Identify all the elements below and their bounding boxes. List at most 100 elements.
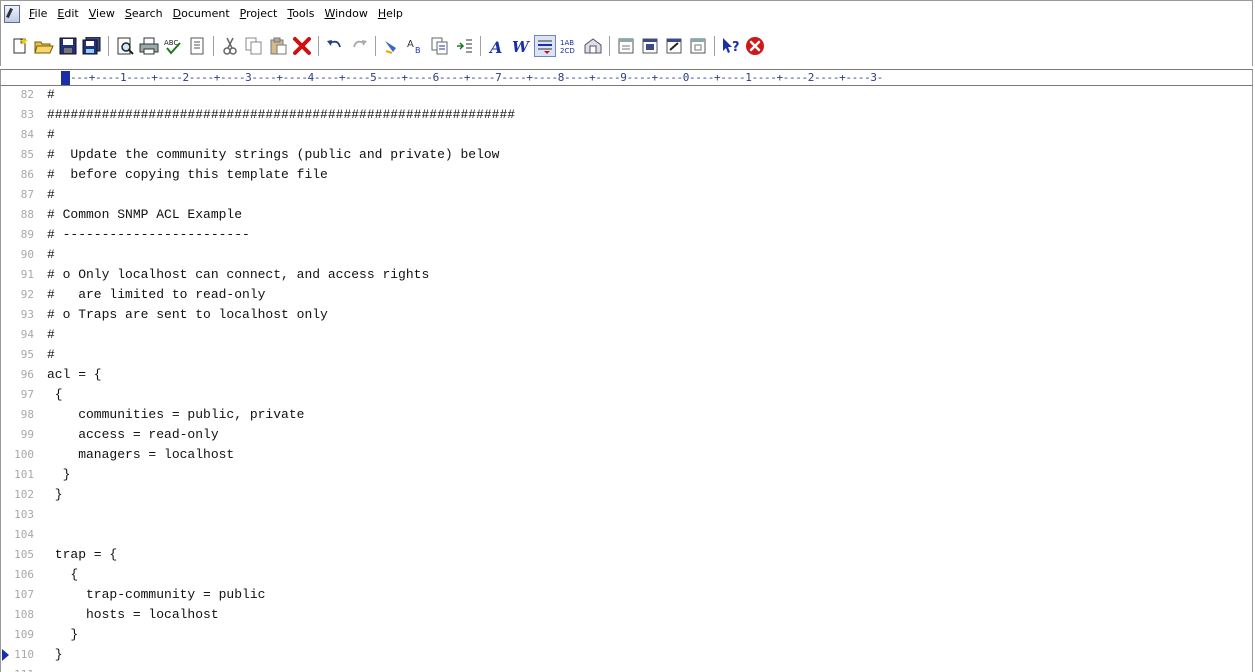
code-line[interactable]: 103 — [1, 505, 1251, 525]
redo-icon[interactable] — [349, 36, 369, 56]
code-line[interactable]: 96 acl = { — [1, 365, 1251, 385]
menu-label-rest: earch — [131, 6, 163, 20]
menu-view[interactable]: View — [84, 4, 120, 24]
menu-tools[interactable]: Tools — [282, 4, 319, 24]
print-icon[interactable] — [139, 36, 159, 56]
menu-mnemonic: H — [377, 6, 387, 20]
code-line[interactable]: 107 trap-community = public — [1, 585, 1251, 605]
file-compare-icon[interactable] — [430, 36, 450, 56]
code-text: trap-community = public — [47, 587, 266, 602]
line-number: 95 — [20, 348, 34, 361]
code-text: trap = { — [47, 547, 118, 562]
menu-mnemonic: S — [124, 6, 132, 20]
code-line[interactable]: 92 # are limited to read-only — [1, 285, 1251, 305]
code-text: } — [47, 487, 63, 502]
app-icon — [4, 4, 20, 23]
cut-icon[interactable] — [220, 36, 240, 56]
code-text: hosts = localhost — [47, 607, 219, 622]
save-icon[interactable] — [58, 36, 78, 56]
stop-icon[interactable] — [745, 36, 765, 56]
menu-label-rest: ools — [292, 6, 315, 20]
code-line[interactable]: 89 # ------------------------ — [1, 225, 1251, 245]
code-line[interactable]: 104 — [1, 525, 1251, 545]
font-icon[interactable]: A — [487, 36, 507, 56]
print-preview-icon[interactable] — [115, 36, 135, 56]
code-text: ########################################… — [47, 107, 516, 122]
window-3-icon[interactable] — [664, 36, 684, 56]
line-number: 105 — [14, 548, 34, 561]
code-line[interactable]: 88 # Common SNMP ACL Example — [1, 205, 1251, 225]
menu-file[interactable]: File — [24, 4, 52, 24]
code-line[interactable]: 93 # o Traps are sent to localhost only — [1, 305, 1251, 325]
toolbar-separator — [213, 36, 214, 56]
menu-search[interactable]: Search — [120, 4, 168, 24]
code-line[interactable]: 105 trap = { — [1, 545, 1251, 565]
replace-icon[interactable]: AB — [406, 36, 426, 56]
code-line[interactable]: 109 } — [1, 625, 1251, 645]
menu-mnemonic: W — [324, 6, 336, 20]
save-all-icon[interactable] — [82, 36, 102, 56]
line-number: 87 — [20, 188, 34, 201]
window-4-icon[interactable] — [688, 36, 708, 56]
align-icon[interactable] — [534, 35, 556, 57]
code-text: { — [47, 387, 63, 402]
svg-text:1AB: 1AB — [560, 39, 574, 47]
word-wrap-icon[interactable]: W — [511, 36, 531, 56]
code-line[interactable]: 95 # — [1, 345, 1251, 365]
code-line[interactable]: 87 # — [1, 185, 1251, 205]
code-line[interactable]: 94 # — [1, 325, 1251, 345]
svg-text:W: W — [512, 38, 531, 55]
new-file-icon[interactable] — [10, 36, 30, 56]
code-text: access = read-only — [47, 427, 219, 442]
line-number: 84 — [20, 128, 34, 141]
code-line[interactable]: 110 } — [1, 645, 1251, 665]
menu-edit[interactable]: Edit — [52, 4, 83, 24]
code-text: # — [47, 187, 55, 202]
code-line[interactable]: 83 ######################################… — [1, 105, 1251, 125]
menu-document[interactable]: Document — [168, 4, 235, 24]
context-help-icon[interactable]: ? — [721, 36, 741, 56]
line-number: 108 — [14, 608, 34, 621]
window-2-icon[interactable] — [640, 36, 660, 56]
code-line[interactable]: 108 hosts = localhost — [1, 605, 1251, 625]
code-line[interactable]: 102 } — [1, 485, 1251, 505]
indent-icon[interactable] — [454, 36, 474, 56]
toolbar-separator — [714, 36, 715, 56]
menu-window[interactable]: Window — [319, 4, 372, 24]
code-text: # — [47, 247, 55, 262]
code-line[interactable]: 90 # — [1, 245, 1251, 265]
toolbar-separator — [108, 36, 109, 56]
code-line[interactable]: 84 # — [1, 125, 1251, 145]
code-line[interactable]: 106 { — [1, 565, 1251, 585]
settings-icon[interactable] — [583, 36, 603, 56]
line-number: 89 — [20, 228, 34, 241]
highlight-icon[interactable] — [382, 36, 402, 56]
properties-icon[interactable] — [187, 36, 207, 56]
code-line[interactable]: 99 access = read-only — [1, 425, 1251, 445]
code-line[interactable]: 100 managers = localhost — [1, 445, 1251, 465]
code-line[interactable]: 98 communities = public, private — [1, 405, 1251, 425]
code-line[interactable]: 111 — [1, 665, 1251, 672]
code-line[interactable]: 82 # — [1, 86, 1251, 105]
open-folder-icon[interactable] — [34, 36, 54, 56]
code-text: { — [47, 567, 79, 582]
code-line[interactable]: 91 # o Only localhost can connect, and ac… — [1, 265, 1251, 285]
ruler-scale: ---+----1----+----2----+----3----+----4-… — [70, 71, 883, 84]
undo-icon[interactable] — [325, 36, 345, 56]
paste-icon[interactable] — [268, 36, 288, 56]
code-line[interactable]: 86 # before copying this template file — [1, 165, 1251, 185]
line-numbers-icon[interactable]: 1AB 2CD — [559, 36, 579, 56]
copy-icon[interactable] — [244, 36, 264, 56]
svg-text:2CD: 2CD — [560, 47, 575, 55]
code-line[interactable]: 97 { — [1, 385, 1251, 405]
editor-area[interactable]: 82 #83 ###################################… — [0, 86, 1253, 672]
delete-icon[interactable] — [292, 36, 312, 56]
code-line[interactable]: 85 # Update the community strings (public… — [1, 145, 1251, 165]
window-1-icon[interactable] — [616, 36, 636, 56]
menu-help[interactable]: Help — [373, 4, 408, 24]
code-line[interactable]: 101 } — [1, 465, 1251, 485]
menu-project[interactable]: Project — [235, 4, 283, 24]
spell-check-icon[interactable]: ABC — [163, 36, 183, 56]
menu-label-rest: indow — [335, 6, 368, 20]
line-number: 98 — [20, 408, 34, 421]
